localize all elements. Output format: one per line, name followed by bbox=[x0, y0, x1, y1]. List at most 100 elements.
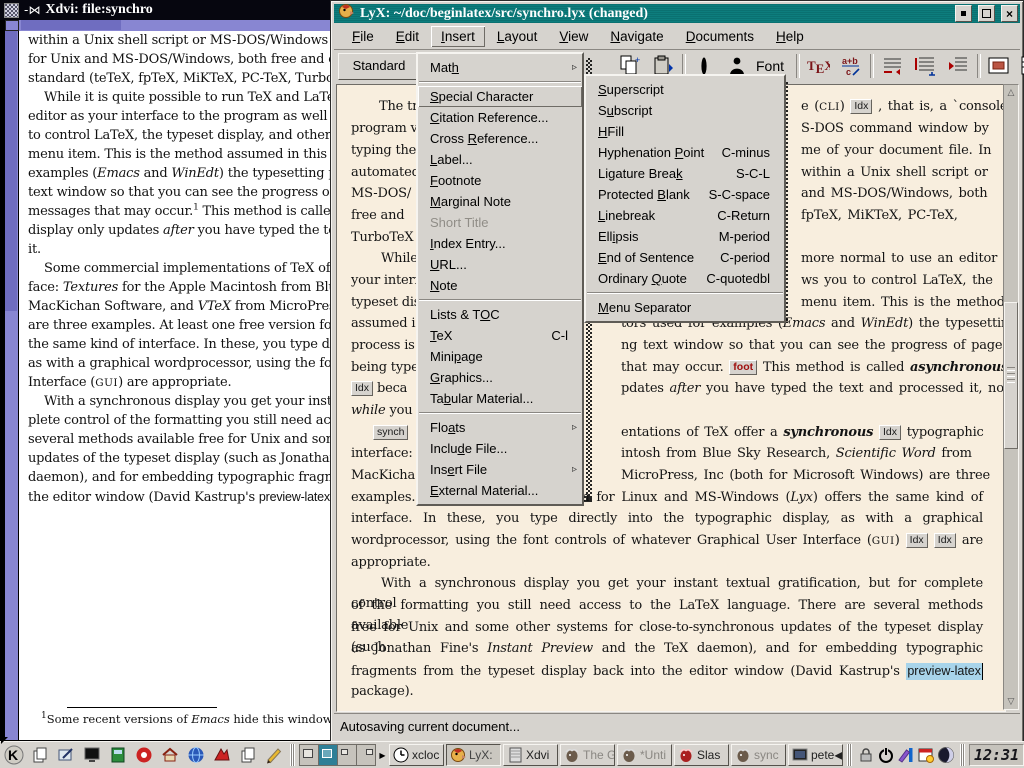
index-inset[interactable]: Idx bbox=[906, 533, 928, 548]
kmail-icon[interactable] bbox=[210, 743, 234, 767]
index-inset[interactable]: Idx bbox=[850, 99, 872, 114]
task-button-pete[interactable]: pete◀ bbox=[788, 744, 843, 766]
menu-view[interactable]: View bbox=[549, 26, 598, 47]
xdvi-hscroll-thumb[interactable] bbox=[21, 20, 121, 30]
paragraph-style-combo[interactable]: Standard bbox=[338, 53, 420, 80]
menu-item-url[interactable]: URL... bbox=[418, 254, 582, 275]
menu-item-subscript[interactable]: Subscript bbox=[586, 100, 784, 121]
insert-figure-icon[interactable] bbox=[985, 52, 1013, 80]
menu-item-footnote[interactable]: Footnote bbox=[418, 170, 582, 191]
digital-clock[interactable]: 12:31 bbox=[969, 744, 1024, 766]
pager-desktop-2[interactable] bbox=[319, 745, 338, 765]
menu-item-floats[interactable]: Floats▹ bbox=[418, 417, 582, 438]
menu-item-label[interactable]: Label... bbox=[418, 149, 582, 170]
pager-desktop-1[interactable] bbox=[300, 745, 319, 765]
menu-item-index-entry[interactable]: Index Entry... bbox=[418, 233, 582, 254]
menu-file[interactable]: File bbox=[342, 26, 384, 47]
maximize-button[interactable] bbox=[978, 5, 995, 22]
task-overflow-icon[interactable]: ▶ bbox=[378, 744, 387, 766]
panel-handle-2[interactable] bbox=[847, 744, 852, 766]
menu-item-insert-file[interactable]: Insert File▹ bbox=[418, 459, 582, 480]
show-desktop-icon[interactable] bbox=[54, 743, 78, 767]
task-button-unti[interactable]: *Unti bbox=[617, 744, 672, 766]
close-button[interactable]: × bbox=[1001, 5, 1018, 22]
menu-item-tex[interactable]: TeXC-l bbox=[418, 325, 582, 346]
pager-desktop-3[interactable] bbox=[338, 745, 357, 765]
menu-item-linebreak[interactable]: LinebreakC-Return bbox=[586, 205, 784, 226]
insert-table-icon[interactable] bbox=[1018, 52, 1024, 80]
menu-item-tabular-material[interactable]: Tabular Material... bbox=[418, 388, 582, 409]
lyx-titlebar[interactable]: LyX: ~/doc/beginlatex/src/synchro.lyx (c… bbox=[334, 4, 1020, 23]
menu-item-hfill[interactable]: HFill bbox=[586, 121, 784, 142]
menu-documents[interactable]: Documents bbox=[676, 26, 764, 47]
pager-desktop-4[interactable] bbox=[357, 745, 375, 765]
menu-item-marginal-note[interactable]: Marginal Note bbox=[418, 191, 582, 212]
menu-item-ordinary-quote[interactable]: Ordinary QuoteC-quotedbl bbox=[586, 268, 784, 289]
tex-mode-icon[interactable]: TEX bbox=[804, 52, 832, 80]
index-inset[interactable]: Idx bbox=[879, 425, 901, 440]
menu-item-menu-separator[interactable]: Menu Separator bbox=[586, 297, 784, 318]
editor-icon[interactable] bbox=[262, 743, 286, 767]
menu-item-short-title[interactable]: Short Title bbox=[418, 212, 582, 233]
menu-item-citation-reference[interactable]: Citation Reference... bbox=[418, 107, 582, 128]
menu-navigate[interactable]: Navigate bbox=[600, 26, 673, 47]
index-inset[interactable]: Idx bbox=[351, 381, 373, 396]
depth-icon[interactable] bbox=[944, 52, 972, 80]
footnote-insert-icon[interactable] bbox=[878, 52, 906, 80]
xdvi-vertical-scrollbar[interactable] bbox=[5, 31, 19, 740]
konqueror-icon[interactable] bbox=[184, 743, 208, 767]
scrollbar-thumb[interactable] bbox=[1004, 302, 1018, 449]
label-inset[interactable]: synch bbox=[373, 425, 408, 440]
organizer-icon[interactable] bbox=[916, 744, 936, 766]
task-button-lyx[interactable]: LyX: bbox=[446, 744, 501, 766]
menu-item-minipage[interactable]: Minipage bbox=[418, 346, 582, 367]
scroll-up-icon[interactable]: △ bbox=[1004, 85, 1018, 100]
panel-handle[interactable] bbox=[290, 744, 295, 766]
menu-item-note[interactable]: Note bbox=[418, 275, 582, 296]
desktop-pager[interactable] bbox=[299, 744, 376, 766]
index-inset[interactable]: Idx bbox=[934, 533, 956, 548]
klipper-icon[interactable] bbox=[896, 744, 916, 766]
menu-item-ellipsis[interactable]: EllipsisM-period bbox=[586, 226, 784, 247]
xdvi-iconify-icon[interactable] bbox=[4, 3, 19, 18]
task-button-sync[interactable]: sync bbox=[731, 744, 786, 766]
menu-item-hyphenation-point[interactable]: Hyphenation PointC-minus bbox=[586, 142, 784, 163]
scroll-down-icon[interactable]: ▽ bbox=[1004, 694, 1018, 709]
menu-edit[interactable]: Edit bbox=[386, 26, 429, 47]
menu-layout[interactable]: Layout bbox=[487, 26, 548, 47]
kmenu-button[interactable]: K bbox=[2, 743, 26, 767]
lock-icon[interactable] bbox=[856, 744, 876, 766]
moon-phase-icon[interactable] bbox=[936, 744, 956, 766]
xdvi-window-menu-icon[interactable]: -⋈ bbox=[24, 3, 40, 17]
menu-item-cross-reference[interactable]: Cross Reference... bbox=[418, 128, 582, 149]
footnote-inset[interactable]: foot bbox=[729, 360, 757, 375]
math-mode-icon[interactable]: a+bc bbox=[837, 52, 865, 80]
task-button-xdvi[interactable]: Xdvi bbox=[503, 744, 558, 766]
menu-item-ligature-break[interactable]: Ligature BreakS-C-L bbox=[586, 163, 784, 184]
kppp-icon[interactable] bbox=[106, 743, 130, 767]
documents-icon[interactable] bbox=[236, 743, 260, 767]
menu-item-special-character[interactable]: Special Character bbox=[418, 86, 582, 107]
menu-item-external-material[interactable]: External Material... bbox=[418, 480, 582, 501]
help-icon[interactable] bbox=[132, 743, 156, 767]
lyx-window-icon[interactable] bbox=[338, 3, 354, 24]
window-list-icon[interactable] bbox=[28, 743, 52, 767]
terminal-icon[interactable] bbox=[80, 743, 104, 767]
task-button-the-g[interactable]: The G bbox=[560, 744, 615, 766]
menu-item-lists-toc[interactable]: Lists & TOC bbox=[418, 304, 582, 325]
marginpar-insert-icon[interactable] bbox=[911, 52, 939, 80]
task-button-xcloc[interactable]: xcloc bbox=[389, 744, 444, 766]
power-icon[interactable] bbox=[876, 744, 896, 766]
task-button-slas[interactable]: Slas bbox=[674, 744, 729, 766]
xdvi-titlebar[interactable]: -⋈ Xdvi: file:synchro bbox=[0, 0, 338, 20]
menu-item-protected-blank[interactable]: Protected BlankS-C-space bbox=[586, 184, 784, 205]
panel-handle-3[interactable] bbox=[960, 744, 965, 766]
menu-item-math[interactable]: Math▹ bbox=[418, 57, 582, 78]
menu-item-graphics[interactable]: Graphics... bbox=[418, 367, 582, 388]
menu-help[interactable]: Help bbox=[766, 26, 814, 47]
menu-insert[interactable]: Insert bbox=[431, 26, 485, 47]
minimize-button[interactable] bbox=[955, 5, 972, 22]
menu-item-end-of-sentence[interactable]: End of SentenceC-period bbox=[586, 247, 784, 268]
menu-item-include-file[interactable]: Include File... bbox=[418, 438, 582, 459]
home-folder-icon[interactable] bbox=[158, 743, 182, 767]
